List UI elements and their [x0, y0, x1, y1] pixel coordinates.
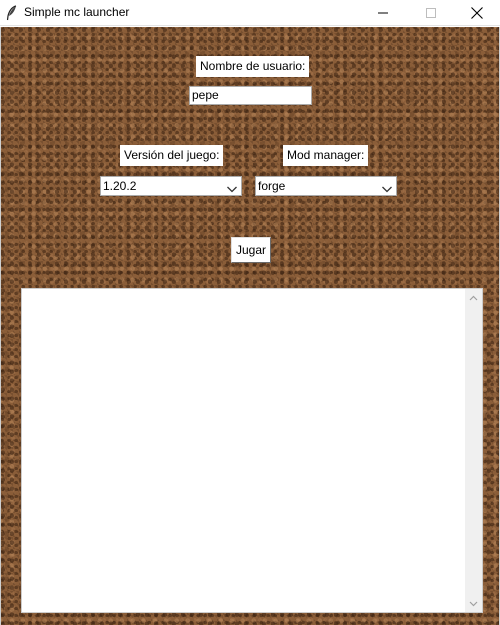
- chevron-down-icon[interactable]: [226, 181, 238, 193]
- scroll-up-icon[interactable]: [465, 289, 482, 306]
- vertical-scrollbar[interactable]: [465, 289, 482, 612]
- feather-icon: [6, 5, 18, 21]
- modmanager-select[interactable]: forge: [255, 176, 397, 196]
- log-textarea[interactable]: [21, 288, 483, 613]
- minimize-button[interactable]: [360, 0, 406, 26]
- play-button[interactable]: Jugar: [231, 237, 271, 263]
- chevron-down-icon[interactable]: [381, 181, 393, 193]
- version-select-value: 1.20.2: [103, 179, 137, 193]
- version-label: Versión del juego:: [120, 145, 224, 166]
- window-title: Simple mc launcher: [24, 5, 130, 19]
- username-input[interactable]: pepe: [189, 86, 312, 105]
- username-label: Nombre de usuario:: [196, 56, 310, 77]
- modmanager-select-value: forge: [258, 179, 286, 193]
- title-bar: Simple mc launcher: [0, 0, 500, 26]
- modmanager-label: Mod manager:: [283, 145, 369, 166]
- maximize-button[interactable]: [408, 0, 454, 26]
- close-button[interactable]: [454, 0, 500, 26]
- scroll-down-icon[interactable]: [465, 595, 482, 612]
- version-select[interactable]: 1.20.2: [100, 176, 242, 196]
- launcher-panel: Nombre de usuario: pepe Versión del jueg…: [0, 27, 500, 625]
